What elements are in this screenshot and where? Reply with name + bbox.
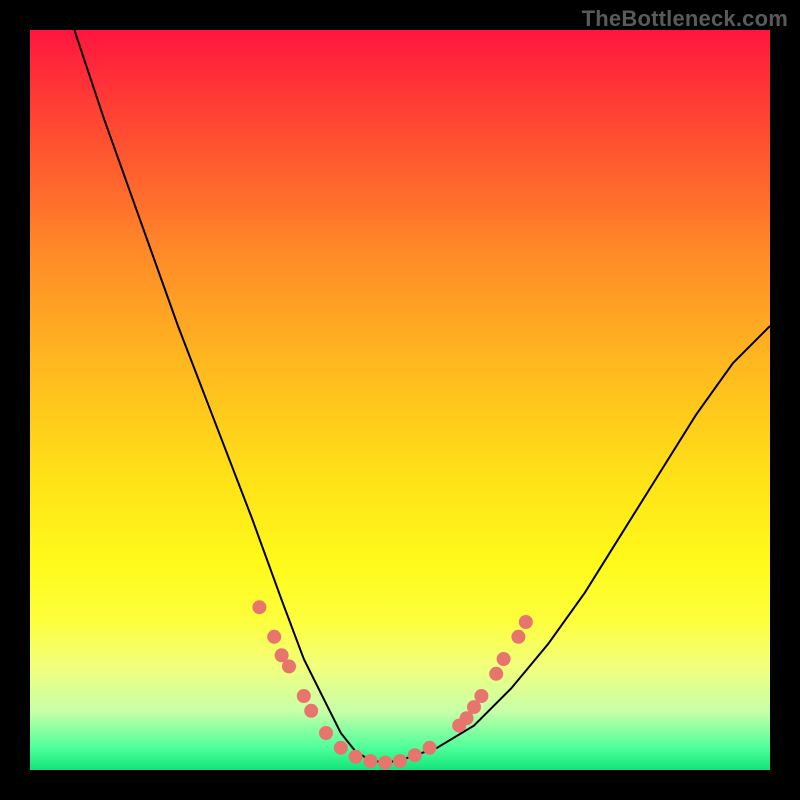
curve-marker — [474, 689, 488, 703]
chart-plot-area — [30, 30, 770, 770]
curve-marker — [519, 615, 533, 629]
curve-marker — [489, 667, 503, 681]
bottleneck-curve — [74, 30, 770, 763]
curve-marker — [363, 754, 377, 768]
curve-marker — [282, 659, 296, 673]
curve-marker — [408, 748, 422, 762]
curve-marker — [511, 630, 525, 644]
curve-marker — [252, 600, 266, 614]
curve-marker — [452, 719, 466, 733]
curve-marker — [304, 704, 318, 718]
curve-marker — [349, 750, 363, 764]
curve-marker — [423, 741, 437, 755]
curve-marker — [267, 630, 281, 644]
curve-marker — [378, 756, 392, 770]
chart-svg — [30, 30, 770, 770]
curve-marker — [275, 648, 289, 662]
curve-marker — [393, 754, 407, 768]
curve-marker — [319, 726, 333, 740]
curve-marker — [460, 711, 474, 725]
curve-marker — [497, 652, 511, 666]
curve-marker — [334, 741, 348, 755]
curve-marker — [297, 689, 311, 703]
watermark-text: TheBottleneck.com — [582, 6, 788, 32]
curve-markers — [252, 600, 532, 769]
curve-marker — [467, 700, 481, 714]
